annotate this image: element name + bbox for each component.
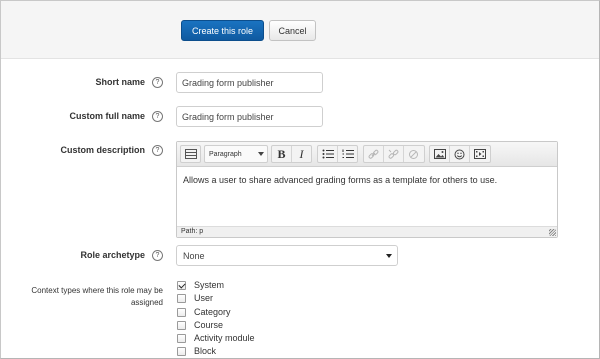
context-option-label: Block [194, 346, 217, 356]
context-option-course[interactable]: Course [177, 319, 223, 331]
context-option-label: Category [194, 307, 231, 317]
archetype-select[interactable]: None [176, 245, 398, 266]
description-editor[interactable]: Paragraph B I Allows a user to share adv… [176, 141, 558, 238]
editor-path: Path: p [177, 226, 557, 237]
link-icon[interactable] [364, 146, 383, 162]
text-style-group: B I [271, 145, 312, 163]
checkbox[interactable] [177, 333, 186, 343]
resize-grip-icon[interactable] [549, 229, 556, 236]
help-icon[interactable]: ? [152, 145, 163, 156]
short-name-input[interactable]: Grading form publisher [176, 72, 323, 93]
short-name-label: Short name [95, 77, 145, 87]
editor-toolbar: Paragraph B I [177, 142, 557, 167]
italic-icon[interactable]: I [292, 146, 311, 162]
checkbox[interactable] [177, 307, 186, 317]
checkbox[interactable] [177, 320, 186, 330]
emoticon-icon[interactable] [450, 146, 469, 162]
context-option-category[interactable]: Category [177, 306, 231, 318]
media-group [429, 145, 491, 163]
help-icon[interactable]: ? [152, 111, 163, 122]
checkbox[interactable] [177, 293, 186, 303]
checkbox[interactable] [177, 346, 186, 356]
bullet-list-icon[interactable] [318, 146, 337, 162]
action-bar: Create this role Cancel [1, 1, 599, 59]
context-option-label: Activity module [194, 333, 255, 343]
help-icon[interactable]: ? [152, 250, 163, 261]
paragraph-format-select[interactable]: Paragraph [204, 145, 268, 163]
archetype-label: Role archetype [80, 250, 145, 260]
list-group [317, 145, 358, 163]
anchor-icon[interactable] [404, 146, 423, 162]
unlink-icon[interactable] [384, 146, 403, 162]
context-types-label: Context types where this role may be ass… [31, 286, 163, 307]
context-option-label: Course [194, 320, 224, 330]
chevron-down-icon [258, 152, 264, 156]
archetype-value: None [183, 250, 205, 261]
image-icon[interactable] [430, 146, 449, 162]
context-option-label: User [194, 293, 214, 303]
checkbox[interactable] [177, 280, 186, 290]
help-icon[interactable]: ? [152, 77, 163, 88]
numbered-list-icon[interactable] [338, 146, 357, 162]
context-option-system[interactable]: System [177, 279, 224, 291]
toolbar-toggle-group [180, 145, 201, 163]
context-option-activity-module[interactable]: Activity module [177, 332, 255, 344]
full-name-label: Custom full name [69, 111, 145, 121]
context-option-block[interactable]: Block [177, 345, 216, 357]
context-option-label: System [194, 280, 225, 290]
create-role-button[interactable]: Create this role [181, 20, 264, 41]
full-name-input[interactable]: Grading form publisher [176, 106, 323, 127]
bold-icon[interactable]: B [272, 146, 291, 162]
link-group [363, 145, 425, 163]
media-icon[interactable] [470, 146, 489, 162]
context-option-user[interactable]: User [177, 292, 213, 304]
chevron-down-icon [386, 254, 392, 258]
description-label: Custom description [60, 145, 145, 155]
paragraph-format-value: Paragraph [209, 150, 242, 158]
cancel-button[interactable]: Cancel [269, 20, 316, 41]
description-text[interactable]: Allows a user to share advanced grading … [183, 175, 497, 185]
toolbar-toggle-icon[interactable] [181, 146, 200, 162]
